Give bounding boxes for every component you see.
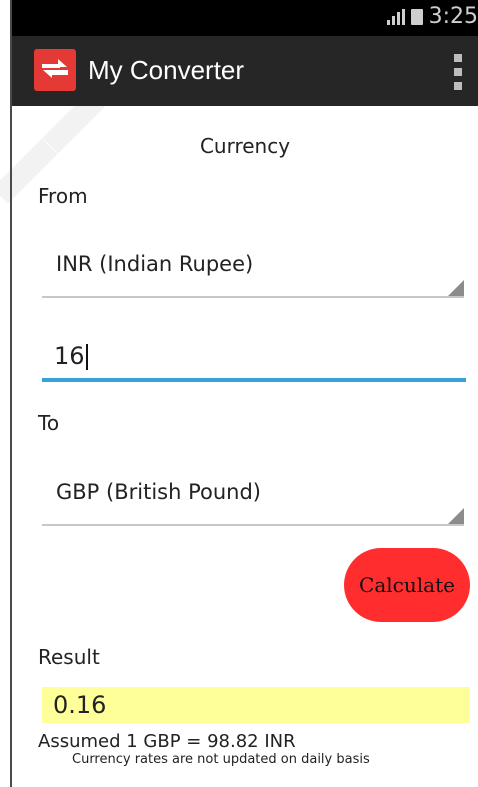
- to-label: To: [38, 411, 60, 435]
- from-label: From: [38, 184, 88, 208]
- result-box: 0.16: [42, 687, 470, 723]
- assumed-rate-text: Assumed 1 GBP = 98.82 INR: [38, 731, 296, 752]
- dropdown-corner-icon: [448, 508, 464, 524]
- swap-arrows-icon: [34, 49, 76, 91]
- app-title: My Converter: [88, 55, 245, 85]
- amount-input[interactable]: 16: [42, 330, 466, 382]
- status-indicators: 3:25: [386, 4, 478, 29]
- result-label: Result: [38, 645, 100, 669]
- spinner-underline: [42, 524, 464, 526]
- device-edge: [10, 0, 12, 787]
- action-bar: My Converter: [12, 36, 478, 106]
- from-currency-value: INR (Indian Rupee): [56, 252, 254, 276]
- status-time: 3:25: [428, 4, 478, 29]
- app-screen: 3:25 My Converter Currency From INR (Ind…: [0, 0, 478, 787]
- status-bar: 3:25: [12, 0, 478, 36]
- overflow-menu-icon[interactable]: [452, 54, 464, 90]
- amount-value: 16: [54, 342, 88, 370]
- input-focus-underline: [42, 378, 466, 382]
- spinner-underline: [42, 296, 464, 298]
- rates-note-text: Currency rates are not updated on daily …: [72, 752, 370, 767]
- dropdown-corner-icon: [448, 280, 464, 296]
- section-title: Currency: [199, 134, 291, 158]
- signal-icon: [386, 8, 405, 25]
- to-currency-value: GBP (British Pound): [56, 480, 261, 504]
- battery-icon: [410, 8, 423, 25]
- result-value: 0.16: [53, 691, 107, 719]
- to-currency-spinner[interactable]: GBP (British Pound): [42, 466, 464, 526]
- calculate-button[interactable]: Calculate: [344, 548, 470, 622]
- from-currency-spinner[interactable]: INR (Indian Rupee): [42, 238, 464, 298]
- text-cursor: [85, 344, 88, 370]
